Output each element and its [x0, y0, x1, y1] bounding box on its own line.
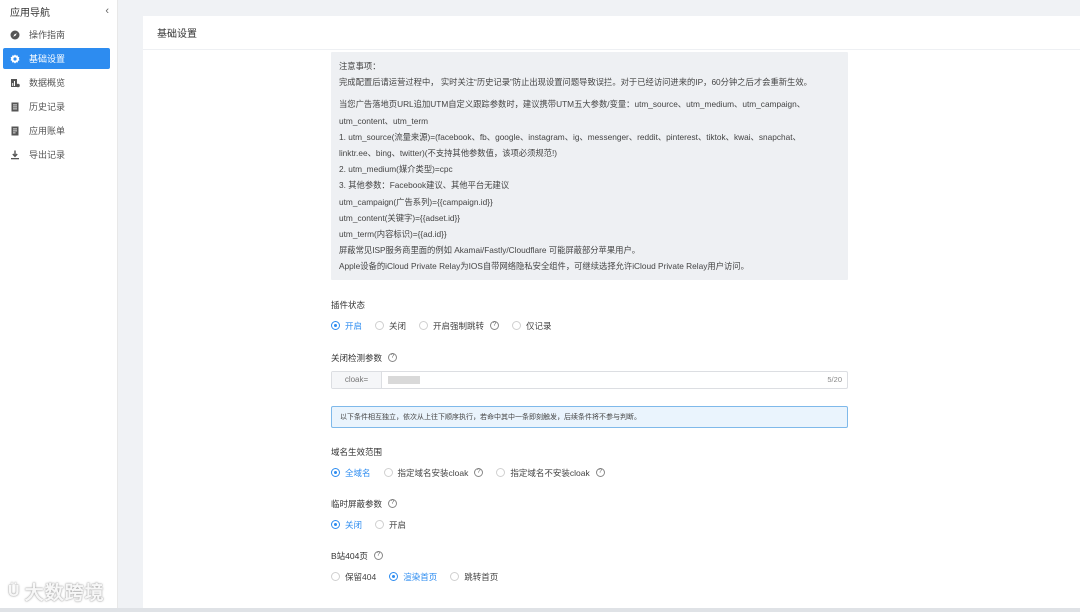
domain-scope-radio-group: 全域名 指定域名安装cloak ? 指定域名不安装cloak ? — [331, 466, 848, 480]
notice-line: Apple设备的iCloud Private Relay为IOS自带网络隐私安全… — [339, 261, 749, 272]
domain-scope-exclude-radio[interactable]: 指定域名不安装cloak ? — [496, 467, 605, 479]
close-param-label: 关闭检测参数 ? — [331, 352, 848, 364]
b-page-render-home-radio[interactable]: 渲染首页 — [389, 571, 437, 583]
info-alert-text: 以下条件相互独立，依次从上往下顺序执行，若命中其中一条即刻触发，后续条件将不参与… — [340, 413, 641, 421]
b-page-radio-group: 保留404 渲染首页 跳转首页 — [331, 570, 848, 584]
plugin-status-field: 插件状态 开启 关闭 开启强制跳转 ? 仅记录 — [331, 299, 848, 333]
b-page-field: B站404页 ? 保留404 渲染首页 跳转首页 — [331, 550, 848, 584]
bill-icon — [10, 126, 20, 136]
notice-line: 当您广告落地页URL追加UTM自定义跟踪参数时，建议携带UTM五大参数/变量：u… — [339, 99, 806, 110]
page-header: 基础设置 — [143, 16, 1080, 50]
horizontal-scrollbar[interactable] — [0, 608, 1080, 612]
plugin-status-record-only-radio[interactable]: 仅记录 — [512, 320, 552, 332]
b-page-keep-404-radio[interactable]: 保留404 — [331, 571, 376, 583]
help-icon[interactable]: ? — [373, 551, 383, 561]
notice-line: 2. utm_medium(媒介类型)=cpc — [339, 164, 453, 175]
download-icon — [10, 150, 20, 160]
temp-block-label: 临时屏蔽参数 ? — [331, 498, 848, 510]
document-icon — [10, 102, 20, 112]
notice-title: 注意事项： — [339, 61, 381, 71]
temp-block-radio-group: 关闭 开启 — [331, 518, 848, 532]
domain-scope-include-radio[interactable]: 指定域名安装cloak ? — [383, 467, 484, 479]
sidebar-item-basic-settings[interactable]: 基础设置 — [3, 48, 110, 69]
notice-line: 3. 其他参数：Facebook建议、其他平台无建议 — [339, 180, 510, 191]
sidebar-item-export[interactable]: 导出记录 — [3, 144, 110, 165]
sidebar-item-label: 导出记录 — [29, 150, 66, 160]
sidebar: 应用导航 ‹ 操作指南 基础设置 数据概览 历史记录 应用账单 导出记录 — [0, 0, 118, 612]
close-param-input[interactable] — [382, 372, 827, 388]
notice-line: utm_campaign(广告系列)={{campaign.id}} — [339, 196, 493, 207]
help-icon[interactable]: ? — [490, 321, 500, 331]
sidebar-item-data-overview[interactable]: 数据概览 — [3, 72, 110, 93]
sidebar-item-label: 应用账单 — [29, 126, 66, 136]
plugin-status-radio-group: 开启 关闭 开启强制跳转 ? 仅记录 — [331, 319, 848, 333]
info-alert: 以下条件相互独立，依次从上往下顺序执行，若命中其中一条即刻触发，后续条件将不参与… — [331, 405, 848, 428]
notice-line: 屏蔽常见ISP服务商里面的例如 Akamai/Fastly/Cloudflare… — [339, 245, 641, 256]
watermark-icon: Ü — [8, 582, 21, 600]
close-param-field: 关闭检测参数 ? cloak= 5/20 — [331, 352, 848, 389]
b-page-redirect-home-radio[interactable]: 跳转首页 — [450, 571, 498, 583]
chart-icon — [10, 78, 20, 88]
temp-block-off-radio[interactable]: 关闭 — [331, 519, 362, 531]
sidebar-item-label: 基础设置 — [29, 54, 66, 64]
domain-scope-field: 域名生效范围 全域名 指定域名安装cloak ? 指定域名不安装cloak ? — [331, 446, 848, 480]
watermark-text: 大数跨境 — [24, 583, 105, 604]
notice-line: utm_content、utm_term — [339, 115, 428, 126]
temp-block-on-radio[interactable]: 开启 — [375, 519, 406, 531]
help-icon[interactable]: ? — [595, 468, 605, 478]
notice-line: utm_term(内容标识)={{ad.id}} — [339, 229, 447, 240]
close-param-input-group: cloak= 5/20 — [331, 370, 848, 389]
settings-form: 注意事项： 完成配置后请运营过程中， 实时关注“历史记录”防止出现设置问题导致误… — [331, 52, 848, 584]
help-icon[interactable]: ? — [388, 353, 398, 363]
sidebar-title: 应用导航 — [10, 7, 50, 19]
sidebar-item-guide[interactable]: 操作指南 — [3, 24, 110, 45]
domain-scope-label: 域名生效范围 — [331, 446, 383, 457]
domain-scope-all-radio[interactable]: 全域名 — [331, 467, 371, 479]
temp-block-field: 临时屏蔽参数 ? 关闭 开启 — [331, 498, 848, 532]
help-icon[interactable]: ? — [474, 468, 484, 478]
notice-box: 注意事项： 完成配置后请运营过程中， 实时关注“历史记录”防止出现设置问题导致误… — [331, 52, 848, 280]
notice-line: linktr.ee、bing、twitter)(不支持其他参数值，该项必须规范!… — [339, 148, 558, 159]
compass-icon — [10, 30, 20, 40]
sidebar-item-history[interactable]: 历史记录 — [3, 96, 110, 117]
chevron-left-icon[interactable]: ‹ — [105, 5, 109, 17]
page-title: 基础设置 — [157, 29, 197, 40]
sidebar-item-label: 操作指南 — [29, 30, 66, 40]
notice-line: 1. utm_source(流量来源)=(facebook、fb、google、… — [339, 131, 801, 142]
sidebar-header: 应用导航 ‹ — [0, 0, 117, 22]
sidebar-item-label: 历史记录 — [29, 102, 66, 112]
help-icon[interactable]: ? — [388, 499, 398, 509]
masked-value — [388, 375, 420, 384]
notice-line: utm_content(关键字)={{adset.id}} — [339, 212, 461, 223]
plugin-status-label: 插件状态 — [331, 299, 366, 310]
input-prefix: cloak= — [332, 371, 382, 388]
plugin-status-off-radio[interactable]: 关闭 — [375, 320, 406, 332]
sidebar-item-label: 数据概览 — [29, 78, 66, 88]
gear-icon — [10, 54, 20, 64]
plugin-status-force-redirect-radio[interactable]: 开启强制跳转 ? — [419, 320, 500, 332]
watermark-logo: Ü 大数跨境 — [8, 578, 105, 605]
sidebar-item-bills[interactable]: 应用账单 — [3, 120, 110, 141]
char-counter: 5/20 — [827, 375, 842, 385]
plugin-status-on-radio[interactable]: 开启 — [331, 320, 362, 332]
b-page-label: B站404页 ? — [331, 550, 848, 562]
notice-line: 完成配置后请运营过程中， 实时关注“历史记录”防止出现设置问题导致误拦。对于已经… — [339, 77, 812, 88]
